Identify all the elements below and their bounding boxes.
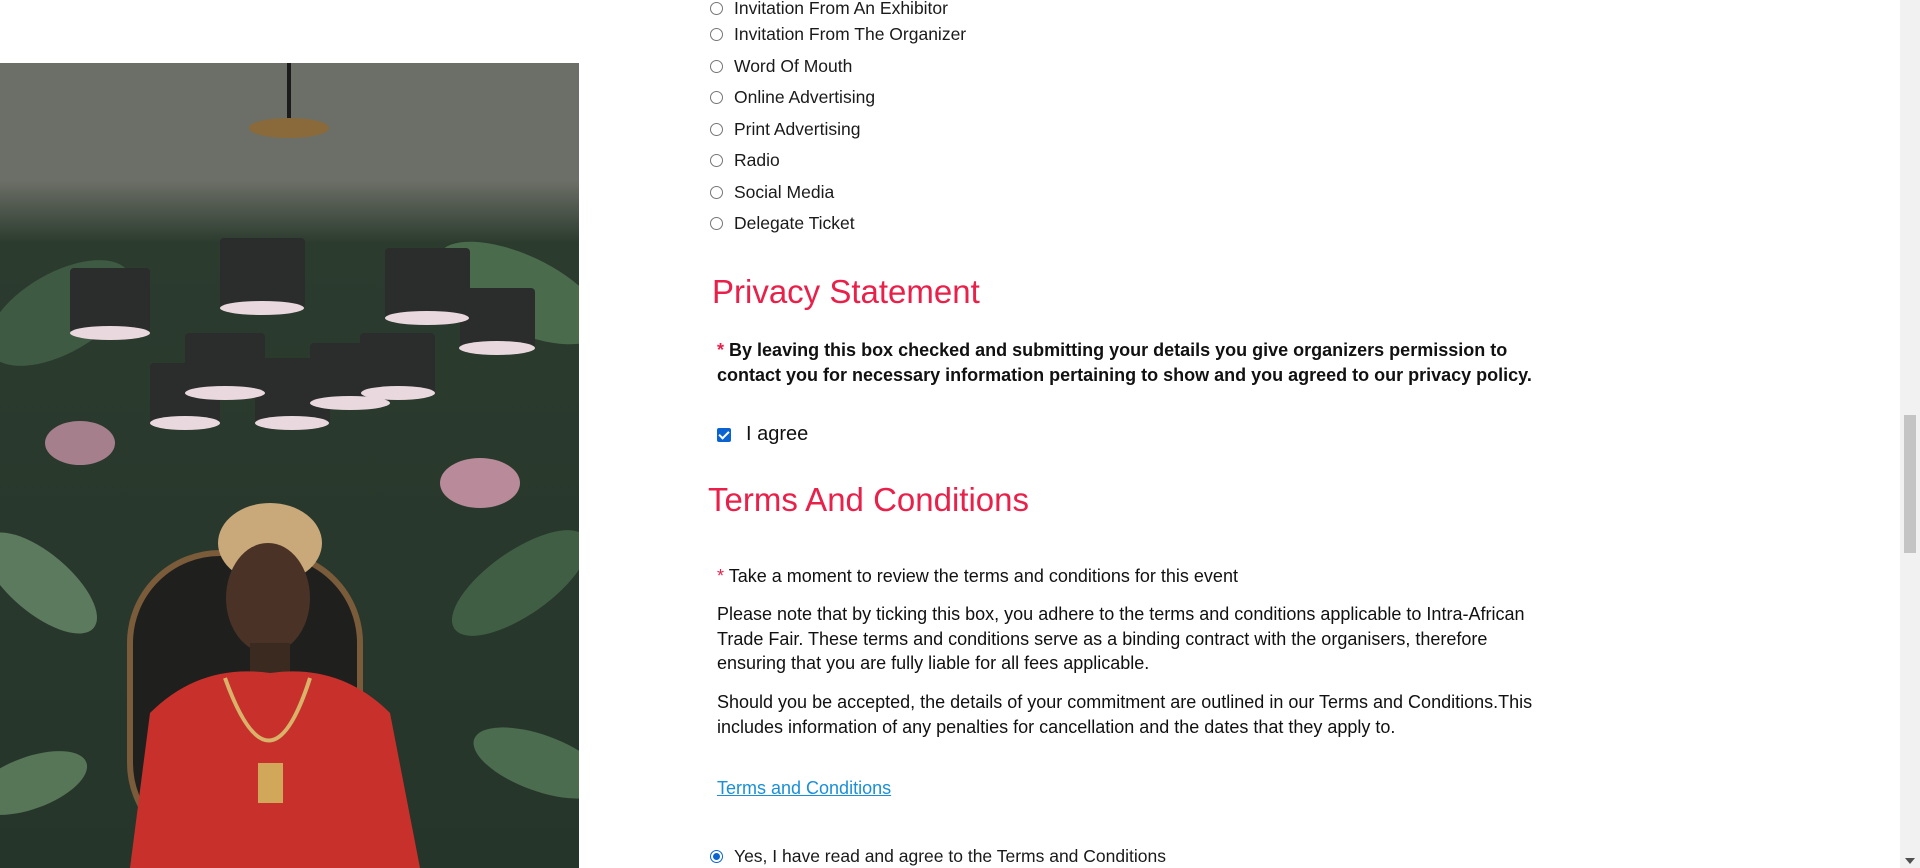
agree-label: I agree [746, 423, 809, 445]
privacy-title: Privacy Statement [712, 273, 980, 310]
radio-label: Online Advertising [734, 87, 876, 107]
radio-label: Invitation From The Organizer [734, 24, 967, 44]
source-option-0[interactable]: Invitation From An Exhibitor [710, 0, 948, 19]
terms-title: Terms And Conditions [708, 481, 1029, 518]
radio-label: Print Advertising [734, 119, 861, 139]
radio-label: Radio [734, 150, 780, 170]
privacy-statement: * By leaving this box checked and submit… [717, 338, 1537, 388]
registration-form: Invitation From An Exhibitor Invitation … [700, 0, 1540, 868]
required-mark: * [717, 566, 725, 586]
radio-button[interactable] [710, 217, 723, 230]
radio-label: Delegate Ticket [734, 213, 855, 233]
terms-prompt: * Take a moment to review the terms and … [717, 564, 1537, 589]
event-photo [0, 63, 579, 868]
radio-button[interactable] [710, 28, 723, 41]
terms-link[interactable]: Terms and Conditions [717, 778, 891, 799]
terms-paragraph-1: Please note that by ticking this box, yo… [717, 604, 1525, 673]
terms-prompt-text: Take a moment to review the terms and co… [728, 566, 1238, 586]
terms-paragraph-2: Should you be accepted, the details of y… [717, 692, 1533, 737]
radio-button[interactable] [710, 2, 723, 15]
source-option-4[interactable]: Print Advertising [710, 119, 860, 140]
radio-button-checked[interactable] [710, 850, 723, 863]
source-option-5[interactable]: Radio [710, 150, 780, 171]
radio-button[interactable] [710, 123, 723, 136]
radio-label: Social Media [734, 182, 835, 202]
agree-checkbox[interactable] [717, 427, 731, 442]
radio-button[interactable] [710, 60, 723, 73]
source-option-3[interactable]: Online Advertising [710, 87, 875, 108]
radio-label: Word Of Mouth [734, 56, 853, 76]
radio-button[interactable] [710, 154, 723, 167]
scrollbar-thumb[interactable] [1904, 415, 1916, 553]
source-option-1[interactable]: Invitation From The Organizer [710, 24, 966, 45]
photo-illustration [0, 63, 579, 868]
scroll-down-arrow-icon[interactable] [1905, 858, 1915, 864]
radio-label: Invitation From An Exhibitor [734, 0, 948, 18]
source-option-7[interactable]: Delegate Ticket [710, 213, 855, 234]
page-scrollbar[interactable] [1900, 0, 1920, 868]
required-mark: * [717, 340, 725, 360]
source-option-6[interactable]: Social Media [710, 182, 834, 203]
source-option-2[interactable]: Word Of Mouth [710, 56, 852, 77]
privacy-agree[interactable]: I agree [717, 423, 808, 446]
radio-button[interactable] [710, 186, 723, 199]
terms-accept-option[interactable]: Yes, I have read and agree to the Terms … [710, 846, 1166, 867]
radio-button[interactable] [710, 91, 723, 104]
terms-accept-label: Yes, I have read and agree to the Terms … [734, 846, 1166, 866]
privacy-statement-text: By leaving this box checked and submitti… [717, 340, 1532, 385]
